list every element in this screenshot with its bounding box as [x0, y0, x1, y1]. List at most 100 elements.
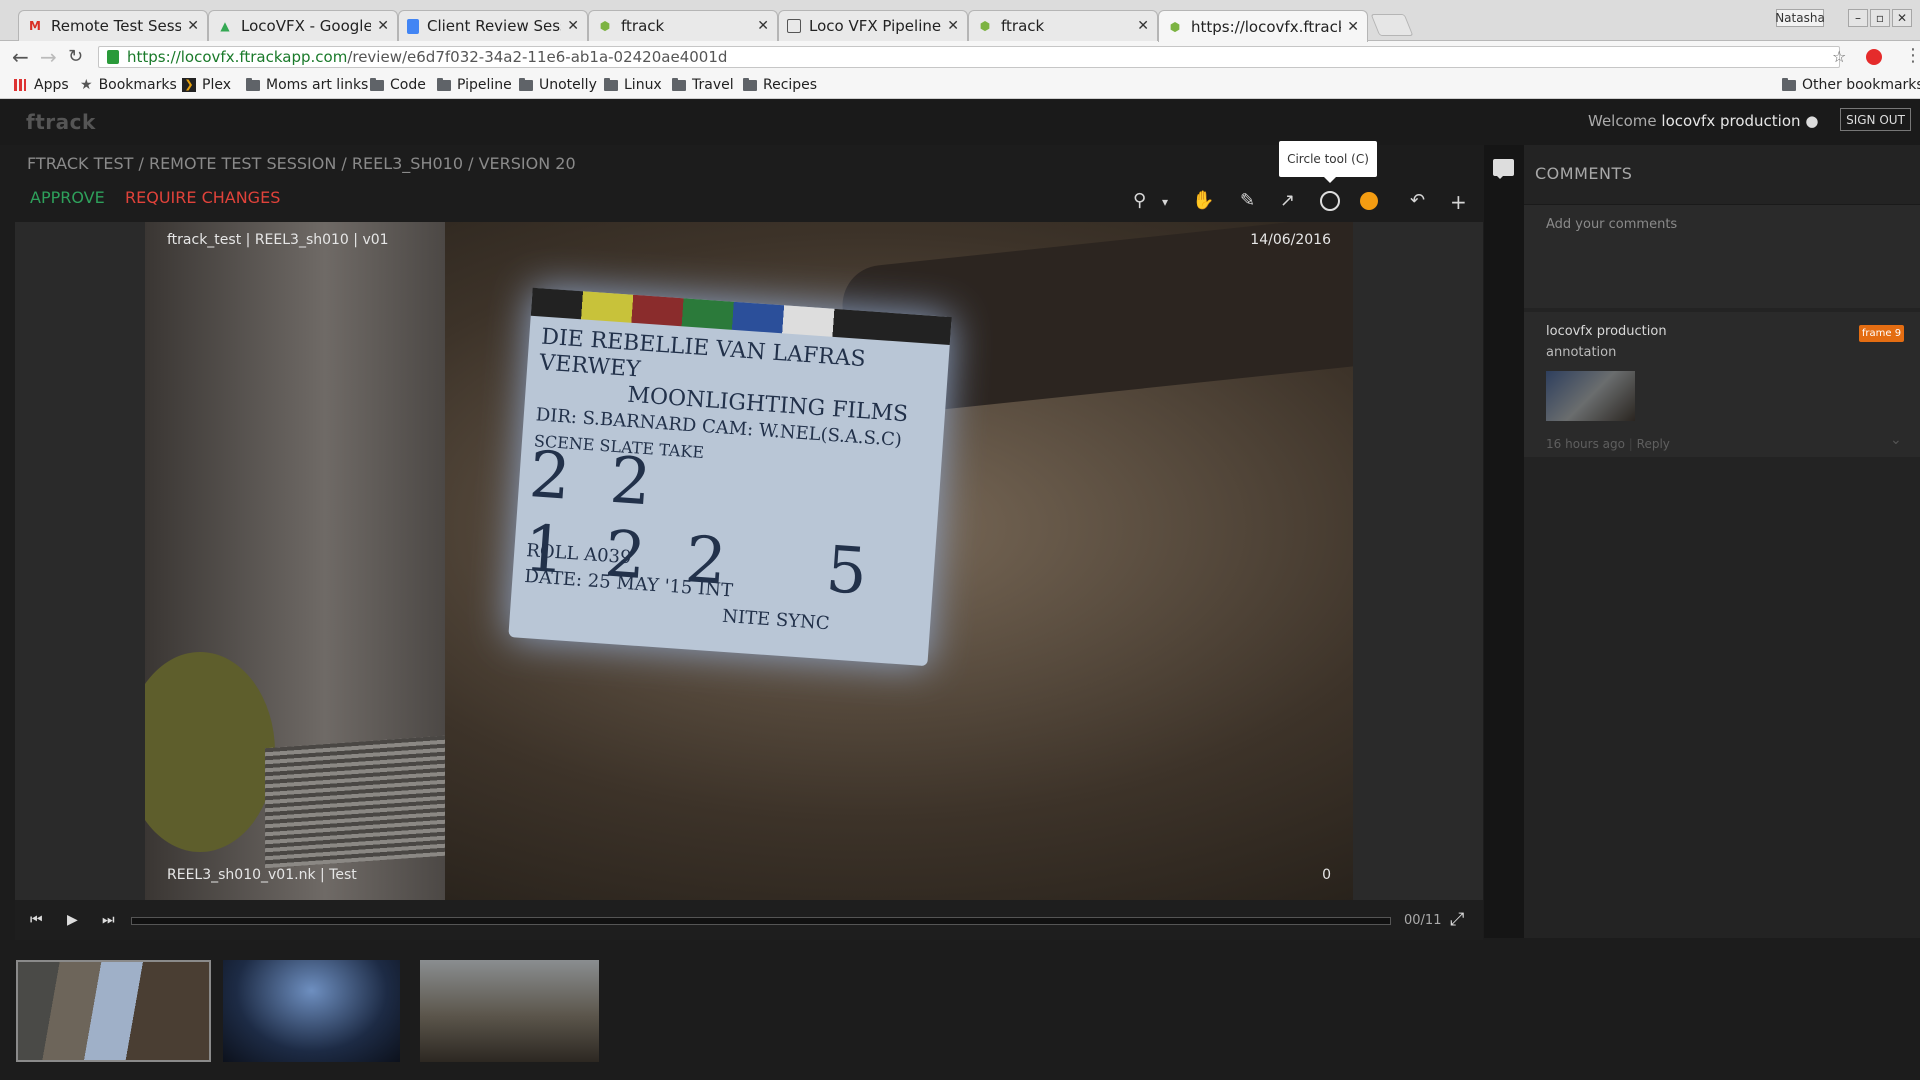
url-host: https://locovfx.ftrackapp.com — [127, 48, 348, 66]
tab-0[interactable]: M Remote Test Session ✕ — [18, 10, 208, 41]
sign-out-button[interactable]: SIGN OUT — [1840, 108, 1911, 131]
bookmark-folder[interactable]: Unotelly — [519, 77, 597, 93]
breadcrumb: FTRACK TEST / REMOTE TEST SESSION / REEL… — [27, 154, 576, 173]
overlay-bottom-left: REEL3_sh010_v01.nk | Test — [167, 867, 357, 883]
new-tab-button[interactable] — [1370, 14, 1414, 36]
timeline-scrubber[interactable] — [131, 917, 1391, 925]
address-bar[interactable]: https://locovfx.ftrackapp.com/review/e6d… — [98, 46, 1840, 68]
profile-button[interactable]: Natasha — [1775, 9, 1825, 27]
close-window-button[interactable]: ✕ — [1892, 9, 1912, 27]
bookmark-folder[interactable]: Moms art links — [246, 77, 368, 93]
tab-title: ftrack — [1001, 17, 1045, 35]
skip-back-icon[interactable]: ⏮ — [30, 912, 43, 928]
apps-grid-icon — [14, 79, 26, 91]
bookmark-folder[interactable]: Linux — [604, 77, 662, 93]
comment-placeholder: Add your comments — [1546, 217, 1678, 232]
tab-5[interactable]: ⬢ ftrack ✕ — [968, 10, 1158, 41]
panel-divider — [1484, 145, 1524, 938]
fullscreen-icon[interactable]: ⤢ — [1450, 909, 1464, 930]
zoom-icon[interactable]: ⚲ — [1133, 190, 1146, 211]
back-icon[interactable]: ← — [12, 45, 29, 69]
url-path: /review/e6d7f032-34a2-11e6-ab1a-02420ae4… — [347, 48, 728, 66]
bookmark-folder[interactable]: Recipes — [743, 77, 817, 93]
bookmark-plex[interactable]: ❯ Plex — [182, 77, 231, 93]
bookmark-label: Bookmarks — [98, 77, 177, 93]
reply-link[interactable]: Reply — [1637, 437, 1670, 451]
bookmark-label: Apps — [34, 77, 69, 93]
ftrack-icon: ⬢ — [979, 19, 991, 33]
tab-1[interactable]: ▲ LocoVFX - Google Dr ✕ — [208, 10, 398, 41]
add-icon[interactable]: + — [1450, 190, 1467, 214]
bookmark-label: Other bookmarks — [1802, 77, 1920, 93]
drive-icon: ▲ — [220, 19, 230, 33]
bookmark-label: Linux — [624, 77, 662, 93]
bookmark-folder[interactable]: Pipeline — [437, 77, 512, 93]
arrow-tool-icon[interactable]: ↗ — [1280, 190, 1295, 211]
skip-forward-icon[interactable]: ⏭ — [102, 912, 115, 928]
close-icon[interactable]: ✕ — [947, 18, 959, 34]
bookmark-folder[interactable]: Code — [370, 77, 426, 93]
frame-counter: 00/11 — [1404, 913, 1442, 928]
plex-icon: ❯ — [182, 78, 196, 92]
tab-title: Client Review Sessio — [427, 17, 561, 35]
close-icon[interactable]: ✕ — [757, 18, 769, 34]
undo-icon[interactable]: ↶ — [1410, 190, 1425, 211]
frame-badge[interactable]: frame 9 — [1859, 325, 1904, 342]
bookmark-label: Plex — [202, 77, 231, 93]
add-comment-input[interactable]: Add your comments — [1524, 204, 1920, 308]
tab-3[interactable]: ⬢ ftrack ✕ — [588, 10, 778, 41]
color-picker-icon[interactable] — [1360, 192, 1378, 210]
folder-icon — [437, 77, 451, 91]
chevron-down-icon[interactable]: ▾ — [1162, 195, 1168, 209]
folder-icon — [672, 77, 686, 91]
minimize-button[interactable]: – — [1848, 9, 1868, 27]
tab-4[interactable]: Loco VFX Pipeline Dc ✕ — [778, 10, 968, 41]
circle-tool-icon[interactable] — [1320, 191, 1340, 211]
close-icon[interactable]: ✕ — [1137, 18, 1149, 34]
gmail-icon: M — [29, 19, 41, 33]
bookmark-star-icon[interactable]: ☆ — [1832, 47, 1846, 66]
comments-toggle-icon[interactable] — [1493, 159, 1514, 179]
annotation-thumbnail[interactable] — [1546, 371, 1635, 421]
tab-title: ftrack — [621, 17, 665, 35]
close-icon[interactable]: ✕ — [377, 18, 389, 34]
tab-2[interactable]: Client Review Sessio ✕ — [398, 10, 588, 41]
secure-lock-icon — [107, 50, 119, 64]
bookmark-bookmarks[interactable]: ★ Bookmarks — [80, 77, 177, 93]
doc-icon — [787, 19, 801, 33]
bookmark-apps[interactable]: Apps — [14, 77, 69, 93]
reload-icon[interactable]: ↻ — [68, 46, 83, 67]
bookmark-label: Pipeline — [457, 77, 512, 93]
tab-title: Remote Test Session — [51, 17, 182, 35]
welcome-prefix: Welcome — [1588, 112, 1657, 130]
pan-hand-icon[interactable]: ✋ — [1192, 190, 1214, 211]
approve-button[interactable]: APPROVE — [30, 188, 105, 207]
menu-dots-icon[interactable]: ⋮ — [1904, 45, 1920, 66]
chevron-down-icon[interactable]: ⌄ — [1890, 432, 1902, 448]
version-thumbnail[interactable] — [420, 960, 599, 1062]
tooltip: Circle tool (C) — [1279, 141, 1377, 183]
forward-icon[interactable]: → — [40, 45, 57, 69]
tab-6-active[interactable]: ⬢ https://locovfx.ftrack ✕ — [1158, 10, 1368, 42]
ftrack-icon: ⬢ — [599, 19, 611, 33]
version-thumbnail-selected[interactable] — [16, 960, 211, 1062]
overlay-top-right: 14/06/2016 — [1250, 232, 1331, 248]
close-icon[interactable]: ✕ — [187, 18, 199, 34]
close-icon[interactable]: ✕ — [567, 18, 579, 34]
video-frame[interactable]: DIE REBELLIE VAN LAFRAS VERWEY MOONLIGHT… — [145, 222, 1353, 900]
ftrack-logo[interactable]: ftrack — [26, 110, 96, 134]
require-changes-button[interactable]: REQUIRE CHANGES — [125, 188, 280, 207]
overlay-top-left: ftrack_test | REEL3_sh010 | v01 — [167, 232, 389, 248]
bookmark-folder[interactable]: Travel — [672, 77, 734, 93]
adblock-icon[interactable] — [1866, 49, 1882, 65]
pencil-icon[interactable]: ✎ — [1240, 190, 1255, 211]
version-thumbnail[interactable] — [223, 960, 400, 1062]
folder-icon — [370, 77, 384, 91]
play-icon[interactable]: ▶ — [67, 912, 78, 928]
docs-icon — [407, 18, 419, 34]
maximize-button[interactable]: ▫ — [1870, 9, 1890, 27]
comment-meta: 16 hours ago | Reply — [1546, 437, 1670, 451]
close-icon[interactable]: ✕ — [1347, 19, 1359, 35]
tab-title: Loco VFX Pipeline Dc — [809, 17, 942, 35]
other-bookmarks[interactable]: Other bookmarks — [1782, 77, 1920, 93]
